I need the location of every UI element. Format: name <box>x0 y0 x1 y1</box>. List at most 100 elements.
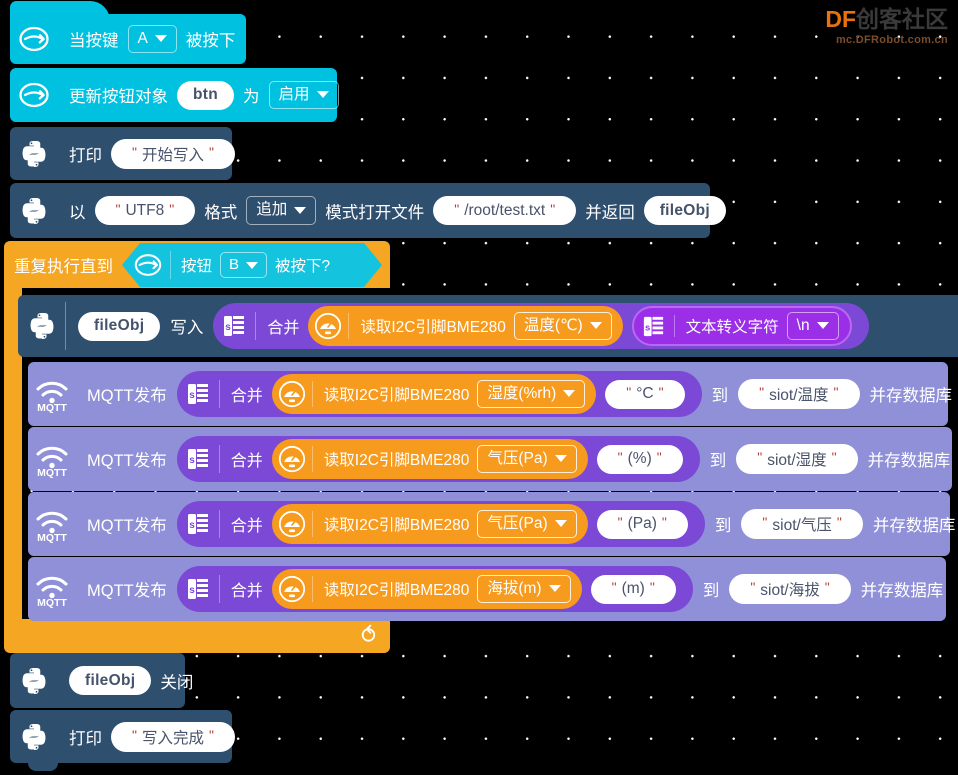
print-text-field[interactable]: 开始写入 <box>111 138 235 169</box>
label-escape-char: 文本转义字符 <box>685 318 779 336</box>
state-dropdown[interactable]: 启用 <box>268 80 339 110</box>
microbit-logo-icon <box>126 243 170 287</box>
label-mqtt-publish: MQTT发布 <box>87 452 167 470</box>
sensor-value-dropdown[interactable]: 温度(℃) <box>513 311 612 341</box>
label-pressed: 被按下 <box>185 32 236 50</box>
block-text-join[interactable]: s 合并 <box>176 501 705 547</box>
mqtt-wifi-icon: MQTT <box>28 427 75 491</box>
mqtt-topic-field[interactable]: siot/温度 <box>738 379 860 409</box>
divider <box>255 312 257 340</box>
chevron-down-icon <box>554 455 567 463</box>
mqtt-topic-field[interactable]: siot/海拔 <box>729 574 851 604</box>
text-join-icon: s <box>177 501 219 547</box>
file-object-variable[interactable]: fileObj <box>643 196 727 225</box>
block-text-join[interactable]: s 合并 <box>176 566 693 612</box>
file-object-variable[interactable]: fileObj <box>69 666 152 695</box>
watermark-url: mc.DFRobot.com.cn <box>835 34 948 46</box>
block-mqtt-publish[interactable]: MQTT MQTT发布 s 合并 <box>28 362 952 426</box>
block-read-bme280[interactable]: 读取I2C引脚BME280 湿度(%rh) <box>271 374 597 414</box>
gauge-icon <box>272 374 312 414</box>
divider <box>311 511 313 537</box>
button-key-value: B <box>229 255 240 273</box>
gauge-icon <box>272 569 312 609</box>
python-icon <box>10 653 57 708</box>
sensor-value: 海拔(m) <box>487 579 542 597</box>
unit-text-field[interactable]: (%) <box>596 444 683 474</box>
label-store-db: 并存数据库 <box>860 582 944 600</box>
gauge-icon <box>272 439 312 479</box>
block-button-is-pressed[interactable]: 按钮 B 被按下? <box>122 243 382 287</box>
block-read-bme280[interactable]: 读取I2C引脚BME280 气压(Pa) <box>271 504 588 544</box>
blockly-workspace[interactable]: DF创客社区 mc.DFRobot.com.cn 当按键 A 被按下 更新按钮对… <box>0 0 958 775</box>
block-mqtt-publish[interactable]: MQTT MQTT发布 s 合并 <box>28 492 955 556</box>
unit-text-field[interactable]: °C <box>605 379 685 409</box>
block-file-close[interactable]: fileObj 关闭 <box>10 653 193 708</box>
sensor-value-dropdown[interactable]: 海拔(m) <box>477 574 571 604</box>
sensor-value: 气压(Pa) <box>487 449 548 467</box>
block-open-file[interactable]: 以 UTF8 格式 追加 模式打开文件 /root/test.txt 并返回 f… <box>10 183 727 238</box>
repeat-until-header[interactable]: 重复执行直到 按钮 B 被按下? <box>4 241 390 288</box>
unit-text-field[interactable]: (Pa) <box>596 509 688 539</box>
block-notch <box>46 557 76 565</box>
escape-char-value: \n <box>796 316 810 334</box>
divider <box>311 576 313 602</box>
block-text-escape[interactable]: s 文本转义字符 \n <box>631 306 852 346</box>
label-store-db: 并存数据库 <box>869 387 953 405</box>
block-print-start[interactable]: 打印 开始写入 <box>10 127 235 180</box>
label-mqtt-publish: MQTT发布 <box>87 387 167 405</box>
divider <box>218 380 220 408</box>
block-text-join[interactable]: s 合并 <box>213 303 869 349</box>
svg-text:MQTT: MQTT <box>37 467 67 478</box>
block-mqtt-publish[interactable]: MQTT MQTT发布 s 合并 <box>28 427 952 491</box>
block-text-join[interactable]: s 合并 <box>176 436 700 482</box>
file-object-variable[interactable]: fileObj <box>78 311 161 341</box>
button-key-dropdown[interactable]: B <box>220 252 267 278</box>
python-icon <box>10 183 57 238</box>
sensor-value-dropdown[interactable]: 湿度(%rh) <box>477 379 586 409</box>
mqtt-topic-field[interactable]: siot/湿度 <box>736 444 858 474</box>
label-store-db: 并存数据库 <box>872 517 956 535</box>
button-object-field[interactable]: btn <box>177 80 234 110</box>
block-on-button-pressed[interactable]: 当按键 A 被按下 <box>10 1 246 64</box>
block-read-bme280[interactable]: 读取I2C引脚BME280 海拔(m) <box>271 569 582 609</box>
block-print-done[interactable]: 打印 写入完成 <box>10 710 235 771</box>
escape-char-dropdown[interactable]: \n <box>786 311 839 341</box>
label-write: 写入 <box>170 319 204 337</box>
unit-text-field[interactable]: (m) <box>590 574 676 604</box>
label-with: 以 <box>69 203 86 222</box>
divider <box>348 313 350 339</box>
key-dropdown[interactable]: A <box>127 24 177 54</box>
svg-text:s: s <box>189 390 195 401</box>
encoding-field[interactable]: UTF8 <box>94 196 196 225</box>
label-print: 打印 <box>69 729 102 748</box>
file-path-field[interactable]: /root/test.txt <box>433 196 577 225</box>
block-text-join[interactable]: s 合并 <box>176 371 702 417</box>
block-mqtt-publish[interactable]: MQTT MQTT发布 s 合并 <box>28 557 946 621</box>
block-notch-bottom <box>28 763 58 771</box>
sensor-value-dropdown[interactable]: 气压(Pa) <box>477 444 577 474</box>
divider <box>218 445 220 473</box>
gauge-icon <box>308 306 348 346</box>
block-read-bme280[interactable]: 读取I2C引脚BME280 温度(℃) <box>308 306 623 346</box>
mqtt-topic-field[interactable]: siot/气压 <box>741 509 863 539</box>
label-return: 并返回 <box>585 203 635 222</box>
block-read-bme280[interactable]: 读取I2C引脚BME280 气压(Pa) <box>271 439 588 479</box>
block-update-button-object[interactable]: 更新按钮对象 btn 为 启用 <box>10 68 339 122</box>
chevron-down-icon <box>246 262 258 269</box>
block-file-write[interactable]: fileObj 写入 s 合并 读取I2C引脚BME280 温度(℃) s 文本… <box>18 295 958 357</box>
block-notch <box>28 127 58 135</box>
label-join: 合并 <box>230 388 263 405</box>
svg-text:MQTT: MQTT <box>37 597 67 608</box>
file-mode-dropdown[interactable]: 追加 <box>246 196 317 225</box>
sensor-value: 气压(Pa) <box>487 514 548 532</box>
label-to: 到 <box>714 517 732 535</box>
chevron-down-icon <box>294 206 307 214</box>
mqtt-wifi-icon: MQTT <box>28 362 75 426</box>
sensor-value-dropdown[interactable]: 气压(Pa) <box>477 509 577 539</box>
label-read-bme280: 读取I2C引脚BME280 <box>323 451 470 469</box>
label-join: 合并 <box>267 320 300 337</box>
label-to: 到 <box>709 452 727 470</box>
repeat-until-footer: ⥁ <box>4 619 390 661</box>
print-text-field[interactable]: 写入完成 <box>111 721 235 752</box>
block-notch <box>46 492 76 500</box>
